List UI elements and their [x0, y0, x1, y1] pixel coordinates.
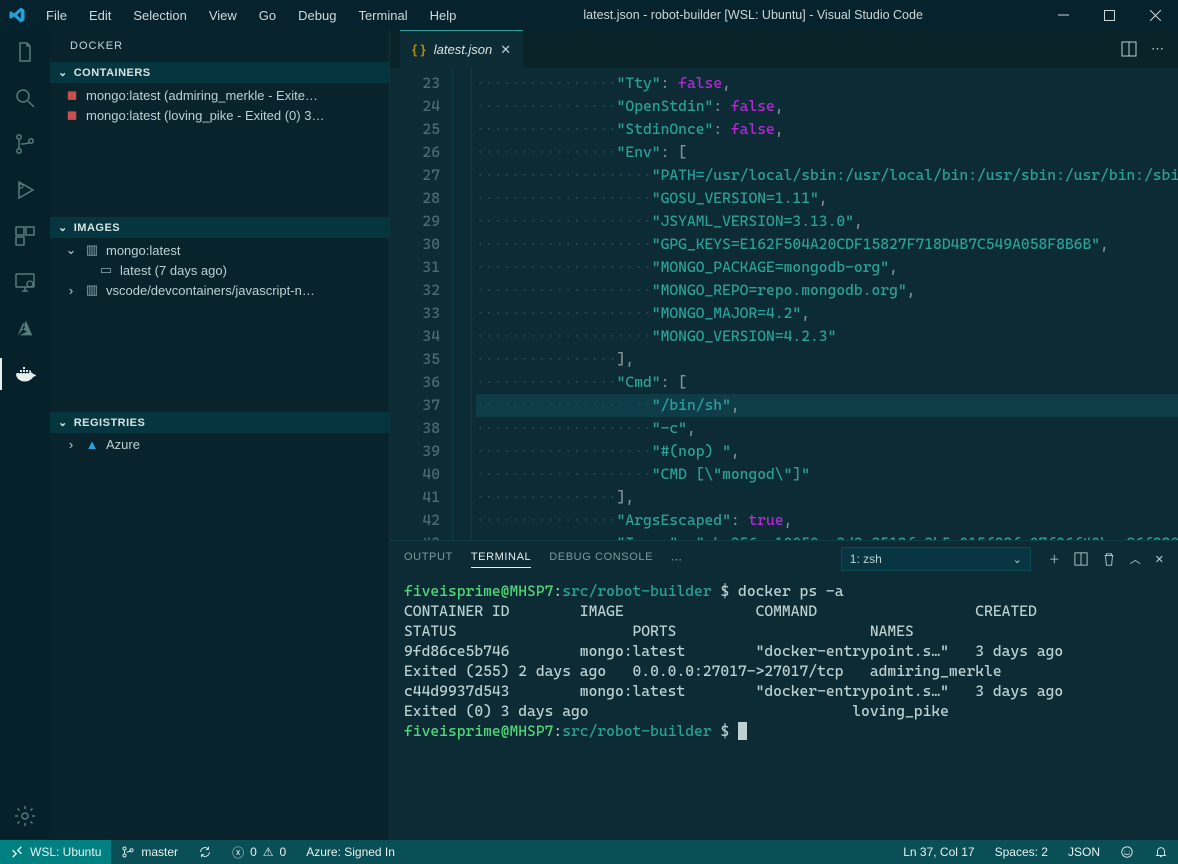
container-label: mongo:latest (admiring_merkle - Exite… — [86, 88, 318, 103]
line-number-gutter: 2324252627282930313233343536373839404142… — [390, 68, 452, 540]
menu-help[interactable]: Help — [420, 4, 467, 27]
status-remote[interactable]: WSL: Ubuntu — [0, 840, 111, 864]
error-icon: ⓧ — [232, 844, 244, 861]
section-label: IMAGES — [74, 222, 120, 234]
registry-item[interactable]: › ▲ Azure — [50, 435, 389, 454]
menu-selection[interactable]: Selection — [123, 4, 196, 27]
container-stopped-icon: ◼ — [64, 87, 80, 103]
image-group-icon: ▥ — [84, 282, 100, 298]
panel-tab-terminal[interactable]: TERMINAL — [471, 551, 531, 568]
fold-column — [452, 68, 472, 540]
image-tag-icon: ▭ — [98, 262, 114, 278]
window-title: latest.json - robot-builder [WSL: Ubuntu… — [466, 8, 1040, 22]
remote-explorer-icon[interactable] — [13, 270, 37, 294]
status-branch[interactable]: master — [111, 845, 188, 859]
tab-close-icon[interactable]: ✕ — [500, 42, 511, 58]
chevron-down-icon: ⌄ — [58, 221, 68, 234]
panel-close-icon[interactable]: ✕ — [1155, 553, 1164, 566]
status-cursor[interactable]: Ln 37, Col 17 — [893, 845, 984, 859]
menu-go[interactable]: Go — [249, 4, 286, 27]
search-icon[interactable] — [13, 86, 37, 110]
panel-tab-output[interactable]: OUTPUT — [404, 551, 453, 567]
container-item[interactable]: ◼ mongo:latest (loving_pike - Exited (0)… — [50, 105, 389, 125]
terminal[interactable]: fiveisprime@MHSP7:src/robot-builder $ do… — [390, 577, 1178, 840]
container-item[interactable]: ◼ mongo:latest (admiring_merkle - Exite… — [50, 85, 389, 105]
editor[interactable]: 2324252627282930313233343536373839404142… — [390, 68, 1178, 540]
source-control-icon[interactable] — [13, 132, 37, 156]
sidebar-title: DOCKER — [50, 30, 389, 62]
tab-latest-json[interactable]: { } latest.json ✕ — [400, 30, 523, 68]
menu-bar: File Edit Selection View Go Debug Termin… — [36, 4, 466, 27]
vscode-logo-icon — [8, 6, 26, 24]
status-warnings: 0 — [280, 845, 287, 859]
menu-view[interactable]: View — [199, 4, 247, 27]
image-tag-item[interactable]: ▭ latest (7 days ago) — [50, 260, 389, 280]
status-language[interactable]: JSON — [1058, 845, 1110, 859]
more-actions-icon[interactable]: ⋯ — [1151, 41, 1164, 57]
image-label: vscode/devcontainers/javascript-n… — [106, 283, 315, 298]
warning-icon: ⚠ — [263, 845, 274, 859]
azure-icon: ▲ — [84, 437, 100, 452]
menu-debug[interactable]: Debug — [288, 4, 346, 27]
tab-label: latest.json — [434, 42, 493, 57]
image-tag-label: latest (7 days ago) — [120, 263, 227, 278]
container-stopped-icon: ◼ — [64, 107, 80, 123]
chevron-down-icon: ⌄ — [58, 66, 68, 79]
section-label: REGISTRIES — [74, 417, 146, 429]
registry-label: Azure — [106, 437, 140, 452]
window-maximize-button[interactable] — [1086, 0, 1132, 30]
docker-icon[interactable] — [13, 362, 37, 386]
split-terminal-icon[interactable] — [1074, 552, 1088, 566]
code-area[interactable]: ················"Tty": false,···········… — [472, 68, 1178, 540]
new-terminal-icon[interactable]: ＋ — [1049, 551, 1060, 567]
image-label: mongo:latest — [106, 243, 180, 258]
status-bar: WSL: Ubuntu master ⓧ 0 ⚠ 0 Azure: Signed I… — [0, 840, 1178, 864]
azure-icon[interactable] — [13, 316, 37, 340]
image-group-icon: ▥ — [84, 242, 100, 258]
status-feedback-icon[interactable] — [1110, 845, 1144, 859]
chevron-down-icon: ⌄ — [64, 242, 78, 258]
settings-gear-icon[interactable] — [13, 804, 37, 828]
section-header-containers[interactable]: ⌄ CONTAINERS — [50, 62, 389, 83]
section-label: CONTAINERS — [74, 67, 151, 79]
window-minimize-button[interactable] — [1040, 0, 1086, 30]
chevron-right-icon: › — [64, 283, 78, 298]
chevron-right-icon: › — [64, 437, 78, 452]
container-label: mongo:latest (loving_pike - Exited (0) 3… — [86, 108, 324, 123]
sidebar: DOCKER ⌄ CONTAINERS ◼ mongo:latest (admi… — [50, 30, 390, 840]
section-header-images[interactable]: ⌄ IMAGES — [50, 217, 389, 238]
terminal-select-label: 1: zsh — [850, 552, 882, 566]
window-close-button[interactable] — [1132, 0, 1178, 30]
terminal-select[interactable]: 1: zsh ⌄ — [841, 547, 1031, 571]
activity-bar — [0, 30, 50, 840]
status-errors: 0 — [250, 845, 257, 859]
status-branch-label: master — [141, 845, 178, 859]
panel-tab-debug-console[interactable]: DEBUG CONSOLE — [549, 551, 653, 567]
section-header-registries[interactable]: ⌄ REGISTRIES — [50, 412, 389, 433]
chevron-down-icon: ⌄ — [58, 416, 68, 429]
menu-file[interactable]: File — [36, 4, 77, 27]
menu-terminal[interactable]: Terminal — [348, 4, 417, 27]
chevron-down-icon: ⌄ — [1013, 553, 1022, 566]
split-editor-icon[interactable] — [1121, 41, 1137, 57]
status-remote-label: WSL: Ubuntu — [30, 845, 101, 859]
explorer-icon[interactable] — [13, 40, 37, 64]
editor-tabs: { } latest.json ✕ ⋯ — [390, 30, 1178, 68]
panel-more-icon[interactable]: ⋯ — [671, 553, 682, 566]
status-spaces[interactable]: Spaces: 2 — [985, 845, 1058, 859]
image-item[interactable]: › ▥ vscode/devcontainers/javascript-n… — [50, 280, 389, 300]
bottom-panel: OUTPUT TERMINAL DEBUG CONSOLE ⋯ 1: zsh ⌄… — [390, 540, 1178, 840]
debug-icon[interactable] — [13, 178, 37, 202]
kill-terminal-icon[interactable] — [1102, 552, 1116, 566]
status-problems[interactable]: ⓧ 0 ⚠ 0 — [222, 844, 296, 861]
status-bell-icon[interactable] — [1144, 845, 1178, 859]
title-bar: File Edit Selection View Go Debug Termin… — [0, 0, 1178, 30]
panel-chevron-up-icon[interactable]: ︿ — [1130, 551, 1141, 567]
menu-edit[interactable]: Edit — [79, 4, 121, 27]
extensions-icon[interactable] — [13, 224, 37, 248]
json-file-icon: { } — [412, 42, 426, 57]
status-azure[interactable]: Azure: Signed In — [296, 845, 405, 859]
status-sync[interactable] — [188, 845, 222, 859]
image-item[interactable]: ⌄ ▥ mongo:latest — [50, 240, 389, 260]
